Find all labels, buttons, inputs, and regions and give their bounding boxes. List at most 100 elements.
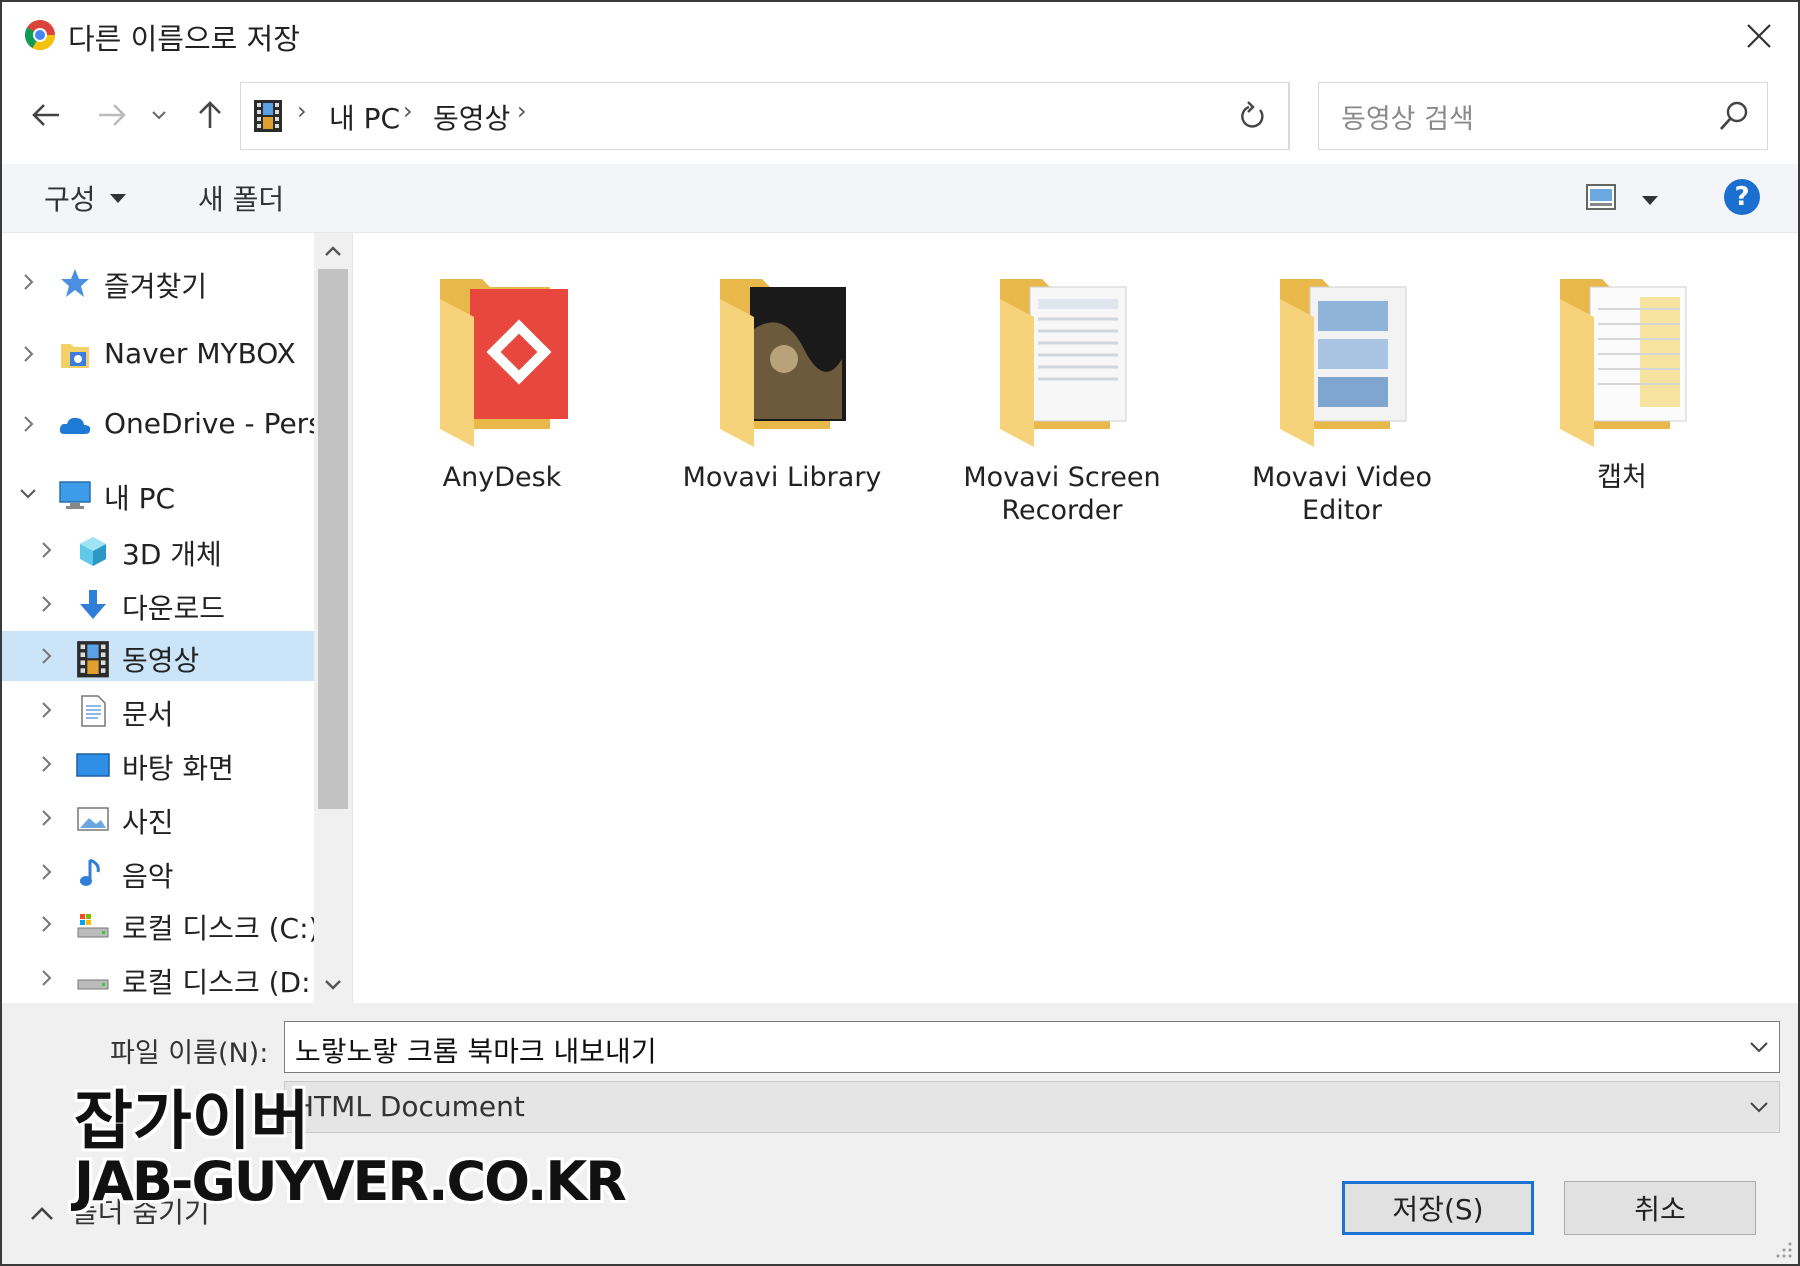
- filename-input[interactable]: 노랗노랗 크롬 북마크 내보내기: [284, 1021, 1780, 1073]
- sidebar-item-label: 즐겨찾기: [104, 270, 208, 303]
- sidebar-item[interactable]: Naver MYBOX: [2, 329, 314, 379]
- view-dropdown-caret[interactable]: [1642, 196, 1658, 205]
- onedrive-icon: [58, 408, 92, 442]
- command-bar: 구성 새 폴더: [2, 164, 1798, 233]
- sidebar-item[interactable]: 바탕 화면: [2, 739, 314, 789]
- chevron-up-icon[interactable]: [28, 1201, 56, 1225]
- folder-item[interactable]: 캡처: [1502, 269, 1742, 529]
- sidebar-item-label: 동영상: [122, 644, 200, 677]
- folder-item[interactable]: AnyDesk: [382, 269, 622, 529]
- new-folder-button[interactable]: 새 폴더: [198, 178, 284, 218]
- arrow-right-icon: [99, 104, 126, 126]
- filename-dropdown[interactable]: [1739, 1022, 1779, 1072]
- sidebar-item-label: 다운로드: [122, 592, 226, 625]
- chevron-up-icon: [325, 246, 341, 256]
- watermark-url: JAB-GUYVER.CO.KR: [74, 1150, 627, 1213]
- chevron-right-icon[interactable]: [36, 860, 56, 884]
- chevron-down-icon: [1750, 1042, 1768, 1053]
- scroll-down-button[interactable]: [314, 967, 352, 1003]
- chevron-down-icon: [152, 111, 166, 120]
- sidebar-item[interactable]: 음악: [2, 847, 314, 897]
- sidebar-item[interactable]: 문서: [2, 685, 314, 735]
- sidebar-item[interactable]: 3D 개체: [2, 525, 314, 575]
- search-input[interactable]: 동영상 검색: [1318, 82, 1768, 150]
- folder-item[interactable]: Movavi Video Editor: [1222, 269, 1462, 529]
- file-list: AnyDesk Movavi Library Movavi Screen Recor…: [354, 233, 1798, 1003]
- sidebar-item[interactable]: 사진: [2, 793, 314, 843]
- sidebar-item-label: 로컬 디스크 (D:: [122, 966, 311, 999]
- 3d-objects-icon: [76, 534, 110, 568]
- sidebar-item-label: 3D 개체: [122, 538, 222, 571]
- scroll-thumb[interactable]: [318, 269, 348, 809]
- sidebar-item[interactable]: 동영상: [2, 631, 314, 681]
- sidebar-item[interactable]: 즐겨찾기: [2, 257, 314, 307]
- chevron-right-icon[interactable]: [36, 806, 56, 830]
- nav-scrollbar[interactable]: [314, 233, 352, 1003]
- window-title: 다른 이름으로 저장: [68, 22, 300, 56]
- chevron-down-icon[interactable]: [18, 482, 38, 506]
- view-options-icon[interactable]: [1586, 184, 1616, 210]
- up-button[interactable]: [188, 90, 232, 140]
- chevron-right-icon[interactable]: [18, 412, 38, 436]
- sidebar-item[interactable]: 다운로드: [2, 579, 314, 629]
- caret-down-icon[interactable]: [110, 194, 126, 203]
- chevron-right-icon[interactable]: [36, 752, 56, 776]
- movavi-library-folder-icon: [714, 269, 854, 449]
- filetype-dropdown[interactable]: [1739, 1082, 1779, 1132]
- search-placeholder: 동영상 검색: [1341, 104, 1474, 135]
- filetype-select[interactable]: HTML Document: [284, 1081, 1780, 1133]
- chevron-right-icon[interactable]: [36, 698, 56, 722]
- video-icon: [76, 640, 110, 678]
- movavi-screen-recorder-folder-icon: [994, 269, 1134, 449]
- resize-grip-icon[interactable]: [1772, 1238, 1794, 1260]
- filetype-value[interactable]: HTML Document: [293, 1090, 525, 1123]
- save-button[interactable]: 저장(S): [1342, 1181, 1534, 1235]
- breadcrumb-separator[interactable]: ›: [403, 97, 413, 125]
- breadcrumb-pc[interactable]: 내 PC: [329, 97, 400, 137]
- folder-item[interactable]: Movavi Screen Recorder: [942, 269, 1182, 529]
- breadcrumb-videos[interactable]: 동영상: [433, 97, 510, 137]
- document-icon: [76, 694, 110, 728]
- organize-button[interactable]: 구성: [44, 178, 96, 218]
- forward-button[interactable]: [90, 90, 134, 140]
- chevron-right-icon[interactable]: [36, 538, 56, 562]
- filename-value[interactable]: 노랗노랗 크롬 북마크 내보내기: [295, 1030, 657, 1070]
- chevron-right-icon[interactable]: [18, 270, 38, 294]
- refresh-button[interactable]: [1216, 82, 1289, 150]
- cancel-button[interactable]: 취소: [1564, 1181, 1756, 1235]
- navigation-pane: 즐겨찾기 Naver MYBOX OneDrive - Persor 내 PC 3D 개…: [2, 233, 353, 1003]
- music-icon: [76, 856, 110, 890]
- desktop-icon: [76, 748, 110, 782]
- breadcrumb-separator[interactable]: ›: [517, 97, 527, 125]
- refresh-icon: [1241, 101, 1264, 128]
- pc-icon: [58, 478, 92, 512]
- sidebar-item-label: 바탕 화면: [122, 752, 234, 785]
- help-icon[interactable]: ?: [1724, 179, 1760, 215]
- chevron-right-icon[interactable]: [36, 912, 56, 936]
- navigation-row: › 내 PC › 동영상 › 동영상 검색: [2, 70, 1798, 164]
- sidebar-item[interactable]: OneDrive - Persor: [2, 399, 351, 449]
- back-button[interactable]: [24, 90, 68, 140]
- folder-label: 캡처: [1597, 462, 1647, 493]
- folder-label: Movavi Library: [682, 462, 882, 493]
- folder-item[interactable]: Movavi Library: [662, 269, 902, 529]
- sidebar-item[interactable]: 내 PC: [2, 469, 314, 519]
- sidebar-item[interactable]: 로컬 디스크 (D:: [2, 953, 314, 1003]
- chevron-right-icon[interactable]: [36, 966, 56, 990]
- anydesk-folder-icon: [434, 269, 574, 449]
- close-button[interactable]: [1734, 12, 1784, 60]
- close-icon: [1747, 24, 1771, 48]
- chevron-right-icon[interactable]: [36, 644, 56, 668]
- chevron-right-icon[interactable]: [36, 592, 56, 616]
- movavi-video-editor-folder-icon: [1274, 269, 1414, 449]
- sidebar-item[interactable]: 로컬 디스크 (C:): [2, 899, 319, 949]
- address-bar[interactable]: › 내 PC › 동영상 ›: [240, 82, 1290, 150]
- capture-folder-icon: [1554, 269, 1694, 449]
- folder-label: Movavi Video Editor: [1251, 462, 1433, 526]
- scroll-up-button[interactable]: [314, 233, 352, 269]
- recent-locations-button[interactable]: [144, 90, 174, 140]
- chevron-right-icon[interactable]: [18, 342, 38, 366]
- drive-c-icon: [76, 908, 110, 942]
- folder-label: AnyDesk: [442, 462, 562, 493]
- breadcrumb-separator[interactable]: ›: [297, 97, 307, 125]
